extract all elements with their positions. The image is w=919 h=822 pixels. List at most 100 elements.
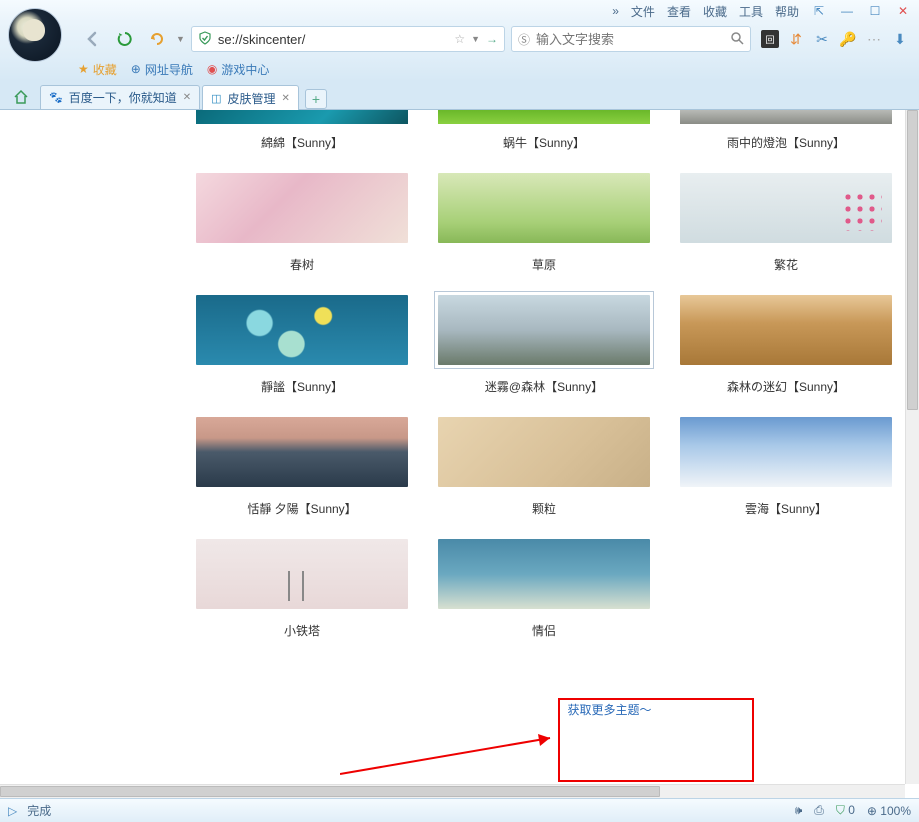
undo-button[interactable] [144,26,170,52]
overflow-chevron-icon[interactable]: » [612,4,619,18]
pin-icon[interactable]: ⇱ [811,3,827,19]
theme-label: 綿綿【Sunny】 [196,124,408,167]
search-input[interactable] [536,32,724,47]
bookmarks-bar: ★ 收藏 ⊕ 网址导航 ◉ 游戏中心 [0,56,919,82]
back-button[interactable] [80,26,106,52]
minimize-button[interactable]: — [839,3,855,19]
theme-card[interactable]: 森林の迷幻【Sunny】 [680,295,892,411]
compat-icon[interactable]: ⎙ [814,803,824,818]
theme-thumbnail [680,295,892,365]
menu-help[interactable]: 帮助 [775,3,799,20]
theme-thumbnail [196,173,408,243]
zoom-control[interactable]: ⊕ 100% [867,804,911,818]
bookmark-fav-label: 收藏 [93,61,117,78]
theme-label: 小铁塔 [196,612,408,655]
theme-card[interactable]: 綿綿【Sunny】 [196,110,408,167]
theme-label: 恬靜 夕陽【Sunny】 [196,490,408,533]
bookmark-favorites[interactable]: ★ 收藏 [78,61,117,78]
bookmark-nav[interactable]: ⊕ 网址导航 [131,61,193,78]
search-bar[interactable]: Ⓢ [511,26,751,52]
tab-title: 皮肤管理 [228,90,276,107]
theme-label: 春树 [196,246,408,289]
search-button-icon[interactable] [730,31,744,48]
new-tab-button[interactable]: + [305,89,327,109]
status-text: 完成 [27,802,51,819]
user-avatar[interactable] [8,8,62,62]
bookmark-game[interactable]: ◉ 游戏中心 [207,61,270,78]
download-icon[interactable]: ⬇ [891,30,909,48]
theme-thumbnail [680,417,892,487]
theme-card[interactable]: 靜謐【Sunny】 [196,295,408,411]
theme-card[interactable]: 颗粒 [438,417,650,533]
theme-thumbnail [680,110,892,124]
theme-thumbnail [438,295,650,365]
theme-thumbnail [680,173,892,243]
theme-card[interactable]: 蜗牛【Sunny】 [438,110,650,167]
block-badge[interactable]: ⛉ 0 [836,803,855,818]
home-button[interactable] [8,85,34,109]
annotation-highlight-box [558,698,754,782]
block-count: 0 [848,803,855,817]
theme-thumbnail [196,110,408,124]
vertical-scrollbar[interactable] [905,110,919,784]
theme-label: 雨中的燈泡【Sunny】 [680,124,892,167]
toolbar-extensions: 回 ⇵ ✂ 🔑 ⋯ ⬇ [757,30,913,48]
theme-card[interactable]: 恬靜 夕陽【Sunny】 [196,417,408,533]
theme-thumbnail [438,539,650,609]
undo-dropdown-icon[interactable]: ▼ [176,34,185,44]
theme-thumbnail [196,295,408,365]
tab-close-icon[interactable]: ✕ [183,92,191,103]
theme-label: 情侣 [438,612,650,655]
theme-label: 雲海【Sunny】 [680,490,892,533]
play-icon[interactable]: ▷ [8,804,17,818]
maximize-button[interactable]: ☐ [867,3,883,19]
zoom-value: 100% [880,804,911,818]
close-button[interactable]: ✕ [895,3,911,19]
theme-label: 颗粒 [438,490,650,533]
theme-thumbnail [438,173,650,243]
search-engine-icon[interactable]: Ⓢ [518,31,530,48]
bookmark-star-icon[interactable]: ☆ [454,32,465,46]
menu-view[interactable]: 查看 [667,3,691,20]
key-icon[interactable]: 🔑 [839,30,857,48]
scissors-icon[interactable]: ✂ [813,30,831,48]
tab-close-icon[interactable]: ✕ [282,93,290,104]
tab-favicon-baidu: 🐾 [49,91,63,104]
scrollbar-thumb[interactable] [907,110,918,410]
menu-file[interactable]: 文件 [631,3,655,20]
go-button[interactable]: → [486,32,498,46]
theme-card[interactable]: 情侣 [438,539,650,655]
theme-card[interactable]: 雨中的燈泡【Sunny】 [680,110,892,167]
theme-thumbnail [196,539,408,609]
tab-skin-manager[interactable]: ◫ 皮肤管理 ✕ [202,85,299,110]
phone-sync-icon[interactable]: ⇵ [787,30,805,48]
adblock-icon[interactable]: 回 [761,30,779,48]
more-icon[interactable]: ⋯ [865,30,883,48]
theme-label: 森林の迷幻【Sunny】 [680,368,892,411]
refresh-button[interactable] [112,26,138,52]
theme-label: 繁花 [680,246,892,289]
sound-icon[interactable]: 🕪 [795,803,803,818]
menu-favorites[interactable]: 收藏 [703,3,727,20]
tab-bar: 🐾 百度一下，你就知道 ✕ ◫ 皮肤管理 ✕ + [0,82,919,110]
theme-card[interactable]: 春树 [196,173,408,289]
page-content: 綿綿【Sunny】 蜗牛【Sunny】 雨中的燈泡【Sunny】 春树 草原 繁… [0,110,919,798]
theme-thumbnail [438,110,650,124]
tab-baidu[interactable]: 🐾 百度一下，你就知道 ✕ [40,85,200,109]
tab-favicon-skin: ◫ [211,92,221,105]
address-bar[interactable]: ☆ ▼ → [191,26,505,52]
theme-label: 靜謐【Sunny】 [196,368,408,411]
theme-card[interactable]: 小铁塔 [196,539,408,655]
theme-card[interactable]: 迷霧@森林【Sunny】 [438,295,650,411]
url-input[interactable] [218,32,448,47]
horizontal-scrollbar[interactable] [0,784,905,798]
title-bar: » 文件 查看 收藏 工具 帮助 ⇱ — ☐ ✕ [0,0,919,22]
theme-thumbnail [196,417,408,487]
address-dropdown-icon[interactable]: ▼ [471,34,480,44]
theme-card[interactable]: 草原 [438,173,650,289]
scrollbar-thumb[interactable] [0,786,660,797]
theme-label: 迷霧@森林【Sunny】 [438,368,650,411]
theme-card[interactable]: 雲海【Sunny】 [680,417,892,533]
theme-card[interactable]: 繁花 [680,173,892,289]
menu-tools[interactable]: 工具 [739,3,763,20]
